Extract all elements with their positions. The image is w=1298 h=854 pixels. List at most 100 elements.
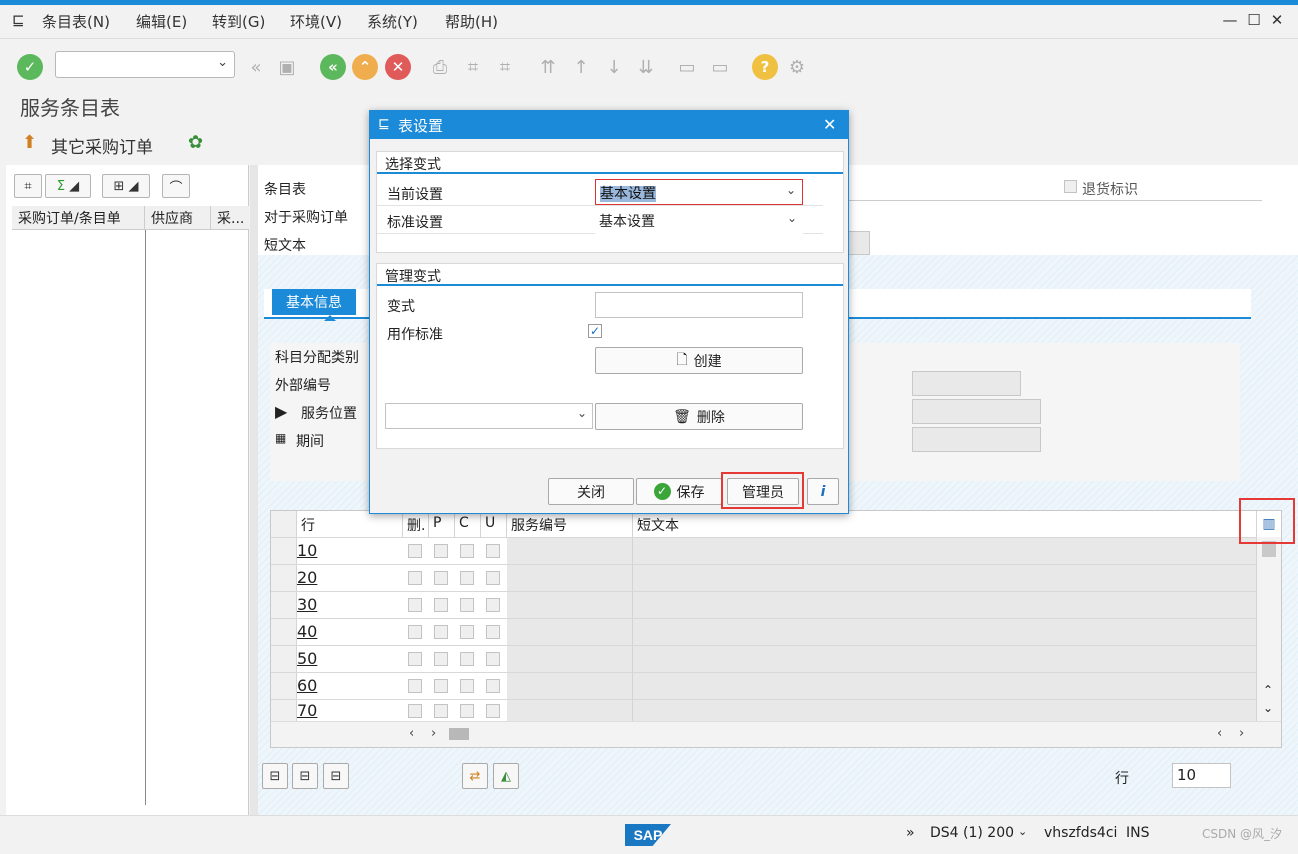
minimize-icon[interactable]: —: [1220, 11, 1240, 29]
line-number[interactable]: 30: [297, 595, 317, 614]
close-button[interactable]: 关闭: [548, 478, 634, 505]
row-selector[interactable]: [271, 700, 297, 722]
filter-icon[interactable]: ⌒: [162, 174, 190, 198]
select-block-icon[interactable]: ⊟: [292, 763, 318, 789]
variant-input[interactable]: [595, 292, 803, 318]
table-settings-highlight: [1239, 498, 1295, 544]
menu-icon[interactable]: ⊑: [12, 11, 25, 29]
header-u[interactable]: U: [481, 511, 507, 537]
scroll-left-icon[interactable]: ‹: [409, 726, 414, 741]
system-dropdown-icon[interactable]: ⌄: [1018, 825, 1027, 838]
horizontal-scrollbar[interactable]: ‹ › ‹ ›: [271, 721, 1281, 747]
header-delete[interactable]: 删.: [403, 511, 429, 537]
line-number[interactable]: 70: [297, 701, 317, 720]
row-selector-header[interactable]: [271, 511, 297, 537]
row-input[interactable]: 10: [1172, 763, 1231, 788]
header-service-number[interactable]: 服务编号: [507, 511, 633, 537]
scroll-down-icon[interactable]: ⌄: [1263, 701, 1273, 715]
dialog-close-icon[interactable]: ✕: [823, 115, 836, 134]
row-selector[interactable]: [271, 538, 297, 564]
info-button[interactable]: i: [807, 478, 839, 505]
select-all-icon[interactable]: ⊟: [262, 763, 288, 789]
sum-button[interactable]: Σ ◢: [45, 174, 91, 198]
header-line[interactable]: 行: [297, 511, 403, 537]
delete-button[interactable]: 🗑 删除: [595, 403, 803, 430]
binoculars-icon[interactable]: ⌗: [14, 174, 42, 198]
scroll-up-icon[interactable]: ⌃: [1263, 683, 1273, 697]
enter-check-icon[interactable]: ✓: [17, 54, 43, 80]
command-field[interactable]: ⌄: [55, 51, 235, 78]
service-number-cell: [507, 619, 633, 645]
toggle-icon[interactable]: ✿: [188, 132, 203, 153]
status-expand-icon[interactable]: »: [906, 825, 915, 841]
row-selector[interactable]: [271, 619, 297, 645]
create-label: 创建: [693, 353, 722, 370]
close-window-icon[interactable]: ✕: [1267, 11, 1287, 29]
scroll-right-end-icon[interactable]: ›: [1239, 726, 1244, 741]
expand-triangle-icon[interactable]: ▶: [275, 402, 287, 421]
table-row[interactable]: 70: [271, 699, 1257, 722]
header-short-text[interactable]: 短文本: [633, 511, 1257, 537]
previous-page-icon: ↑: [573, 56, 589, 78]
chevron-down-icon[interactable]: ⌄: [786, 183, 796, 197]
maximize-icon[interactable]: ☐: [1244, 11, 1264, 29]
header-c[interactable]: C: [455, 511, 481, 537]
row-selector[interactable]: [271, 592, 297, 618]
chevron-down-icon[interactable]: ⌄: [787, 211, 797, 225]
table-row[interactable]: 30: [271, 591, 1257, 618]
column-header-po[interactable]: 采购订单/条目单: [12, 206, 145, 230]
row-selector[interactable]: [271, 565, 297, 591]
header-p[interactable]: P: [429, 511, 455, 537]
menu-environment[interactable]: 环境(V): [290, 11, 342, 32]
chevron-down-icon[interactable]: ⌄: [577, 406, 587, 420]
table-row[interactable]: 60: [271, 672, 1257, 699]
chevron-down-icon[interactable]: ⌄: [217, 55, 228, 70]
menu-goto[interactable]: 转到(G): [212, 11, 265, 32]
line-number[interactable]: 40: [297, 622, 317, 641]
column-header-purchase[interactable]: 采...: [211, 206, 249, 230]
table-row[interactable]: 20: [271, 564, 1257, 591]
host-info: vhszfds4ci: [1044, 825, 1118, 841]
help-icon[interactable]: ?: [752, 54, 778, 80]
menu-entry-sheet[interactable]: 条目表(N): [42, 11, 110, 32]
table-row[interactable]: 50: [271, 645, 1257, 672]
c-checkbox: [460, 544, 474, 558]
menu-help[interactable]: 帮助(H): [445, 11, 498, 32]
menu-edit[interactable]: 编辑(E): [136, 11, 187, 32]
line-number[interactable]: 60: [297, 676, 317, 695]
save-button[interactable]: ✓ 保存: [636, 478, 722, 505]
short-text-cell: [633, 673, 1257, 699]
transfer-icon[interactable]: ⇄: [462, 763, 488, 789]
c-checkbox: [460, 598, 474, 612]
return-flag-checkbox[interactable]: [1064, 180, 1077, 193]
pane-splitter[interactable]: [250, 165, 258, 815]
current-setting-select[interactable]: 基本设置 ⌄: [595, 179, 803, 205]
table-row[interactable]: 10: [271, 537, 1257, 564]
use-as-standard-checkbox[interactable]: ✓: [588, 324, 602, 338]
delete-variant-select[interactable]: [385, 403, 593, 429]
line-number[interactable]: 10: [297, 541, 317, 560]
table-row[interactable]: 40: [271, 618, 1257, 645]
other-po-button[interactable]: 其它采购订单: [51, 133, 153, 158]
line-number[interactable]: 20: [297, 568, 317, 587]
model-icon[interactable]: ◭: [493, 763, 519, 789]
line-number[interactable]: 50: [297, 649, 317, 668]
layout-button[interactable]: ⊞ ◢: [102, 174, 150, 198]
column-header-vendor[interactable]: 供应商: [145, 206, 211, 230]
p-checkbox: [434, 544, 448, 558]
row-selector[interactable]: [271, 673, 297, 699]
scroll-right-icon[interactable]: ›: [431, 726, 436, 741]
menu-system[interactable]: 系统(Y): [367, 11, 418, 32]
standard-setting-select[interactable]: 基本设置 ⌄: [595, 208, 803, 234]
deselect-all-icon[interactable]: ⊟: [323, 763, 349, 789]
create-button[interactable]: 🗋 创建: [595, 347, 803, 374]
back-icon[interactable]: «: [320, 54, 346, 80]
cancel-icon[interactable]: ✕: [385, 54, 411, 80]
scroll-left-end-icon[interactable]: ‹: [1217, 726, 1222, 741]
vertical-scrollbar[interactable]: ⌃ ⌄: [1257, 537, 1281, 721]
horizontal-scroll-thumb[interactable]: [449, 728, 469, 740]
tab-basic-info[interactable]: 基本信息: [272, 289, 356, 315]
row-selector[interactable]: [271, 646, 297, 672]
exit-icon[interactable]: ⌃: [352, 54, 378, 80]
find-next-icon: ⌗: [499, 56, 511, 78]
